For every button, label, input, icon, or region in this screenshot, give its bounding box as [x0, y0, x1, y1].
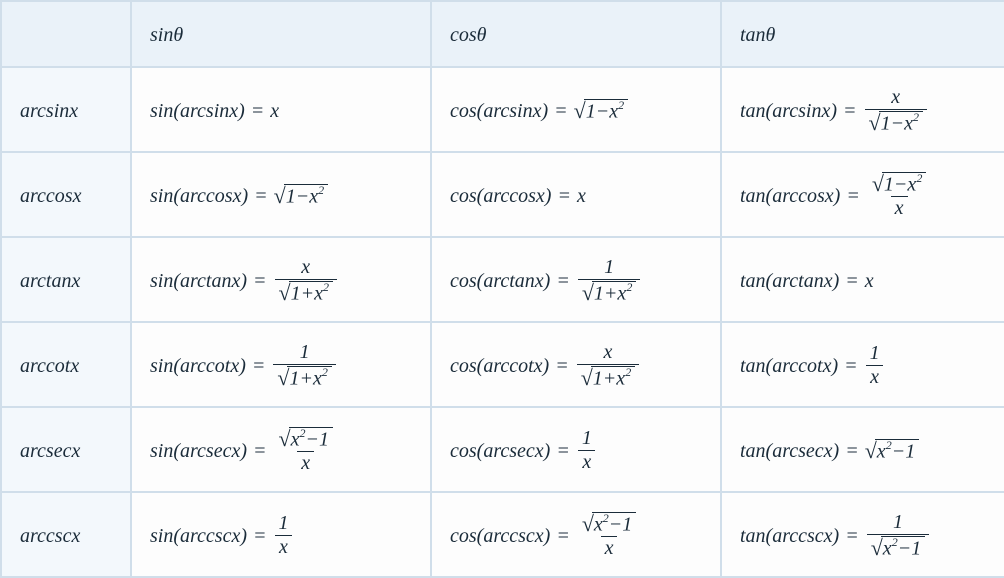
radical-icon: √	[574, 100, 586, 122]
equals-sign: =	[247, 271, 273, 291]
cell-sin-arccsc: sin(arccscx)= 1x	[131, 492, 431, 577]
equals-sign: =	[247, 441, 273, 461]
lhs: tan(arcsecx)	[740, 441, 839, 461]
equals-sign: =	[247, 526, 273, 546]
lhs: sin(arcsinx)	[150, 101, 245, 121]
lhs: cos(arccosx)	[450, 186, 551, 206]
radical-icon: √	[582, 282, 594, 304]
equals-sign: =	[839, 526, 865, 546]
trig-identity-table: sinθ cosθ tanθ arcsinx sin(arcsinx)=x co…	[0, 0, 1004, 578]
equals-sign: =	[245, 101, 271, 121]
equals-sign: =	[246, 356, 272, 376]
rowhead-arccos: arccosx	[1, 152, 131, 237]
row-arctan: arctanx sin(arctanx)= x √1+x2 cos(arctan…	[1, 237, 1004, 322]
rowhead-arctan: arctanx	[1, 237, 131, 322]
header-sin: sinθ	[131, 1, 431, 67]
radical-icon: √	[581, 367, 593, 389]
equals-sign: =	[837, 101, 863, 121]
sqrt-1-minus-x2: √1−x2	[574, 99, 628, 122]
equals-sign: =	[550, 271, 576, 291]
cell-sin-arcsec: sin(arcsecx)= √x2−1 x	[131, 407, 431, 492]
radical-icon: √	[279, 428, 291, 450]
radical-icon: √	[279, 282, 291, 304]
fraction: x √1−x2	[863, 87, 929, 134]
cell-cos-arcsec: cos(arcsecx)= 1x	[431, 407, 721, 492]
cell-cos-arcsin: cos(arcsinx)= √1−x2	[431, 67, 721, 152]
cell-tan-arctan: tan(arctanx)=x	[721, 237, 1004, 322]
equals-sign: =	[549, 356, 575, 376]
cell-sin-arctan: sin(arctanx)= x √1+x2	[131, 237, 431, 322]
cell-cos-arctan: cos(arctanx)= 1 √1+x2	[431, 237, 721, 322]
rowhead-arcsin: arcsinx	[1, 67, 131, 152]
radical-icon: √	[872, 173, 884, 195]
row-arcsec: arcsecx sin(arcsecx)= √x2−1 x cos(arcsec…	[1, 407, 1004, 492]
equals-sign: =	[551, 186, 577, 206]
equals-sign: =	[839, 271, 865, 291]
row-arccot: arccotx sin(arccotx)= 1 √1+x2 cos(arccot…	[1, 322, 1004, 407]
lhs: tan(arccotx)	[740, 356, 838, 376]
lhs: tan(arccscx)	[740, 526, 839, 546]
cell-tan-arccot: tan(arccotx)= 1x	[721, 322, 1004, 407]
lhs: cos(arccotx)	[450, 356, 549, 376]
cell-tan-arccsc: tan(arccscx)= 1 √x2−1	[721, 492, 1004, 577]
equals-sign: =	[839, 441, 865, 461]
radical-icon: √	[274, 185, 286, 207]
lhs: cos(arcsecx)	[450, 441, 550, 461]
lhs: cos(arctanx)	[450, 271, 550, 291]
rowhead-arcsec: arcsecx	[1, 407, 131, 492]
radical-icon: √	[865, 440, 877, 462]
lhs: sin(arccosx)	[150, 186, 248, 206]
radical-icon: √	[277, 367, 289, 389]
header-row: sinθ cosθ tanθ	[1, 1, 1004, 67]
lhs: tan(arcsinx)	[740, 101, 837, 121]
equals-sign: =	[550, 441, 576, 461]
cell-cos-arccsc: cos(arccscx)= √x2−1 x	[431, 492, 721, 577]
cell-sin-arcsin: sin(arcsinx)=x	[131, 67, 431, 152]
rowhead-arccot: arccotx	[1, 322, 131, 407]
lhs: cos(arccscx)	[450, 526, 550, 546]
header-cos: cosθ	[431, 1, 721, 67]
row-arcsin: arcsinx sin(arcsinx)=x cos(arcsinx)= √1−…	[1, 67, 1004, 152]
lhs: sin(arctanx)	[150, 271, 247, 291]
rowhead-arccsc: arccscx	[1, 492, 131, 577]
row-arccsc: arccscx sin(arccscx)= 1x cos(arccscx)= √…	[1, 492, 1004, 577]
radical-icon: √	[582, 513, 594, 535]
cell-cos-arccot: cos(arccotx)= x √1+x2	[431, 322, 721, 407]
row-arccos: arccosx sin(arccosx)= √1−x2 cos(arccosx)…	[1, 152, 1004, 237]
radical-icon: √	[871, 537, 883, 559]
cell-tan-arccos: tan(arccosx)= √1−x2 x	[721, 152, 1004, 237]
lhs: tan(arctanx)	[740, 271, 839, 291]
lhs: tan(arccosx)	[740, 186, 840, 206]
lhs: sin(arccscx)	[150, 526, 247, 546]
rhs: x	[270, 101, 279, 121]
lhs: sin(arcsecx)	[150, 441, 247, 461]
equals-sign: =	[550, 526, 576, 546]
equals-sign: =	[840, 186, 866, 206]
rhs: x	[577, 186, 586, 206]
equals-sign: =	[548, 101, 574, 121]
header-blank	[1, 1, 131, 67]
header-tan: tanθ	[721, 1, 1004, 67]
equals-sign: =	[248, 186, 274, 206]
cell-tan-arcsec: tan(arcsecx)= √x2−1	[721, 407, 1004, 492]
cell-tan-arcsin: tan(arcsinx)= x √1−x2	[721, 67, 1004, 152]
cell-sin-arccot: sin(arccotx)= 1 √1+x2	[131, 322, 431, 407]
radical-icon: √	[869, 112, 881, 134]
cell-sin-arccos: sin(arccosx)= √1−x2	[131, 152, 431, 237]
lhs: cos(arcsinx)	[450, 101, 548, 121]
cell-cos-arccos: cos(arccosx)=x	[431, 152, 721, 237]
lhs: sin(arccotx)	[150, 356, 246, 376]
rhs: x	[865, 271, 874, 291]
equals-sign: =	[838, 356, 864, 376]
